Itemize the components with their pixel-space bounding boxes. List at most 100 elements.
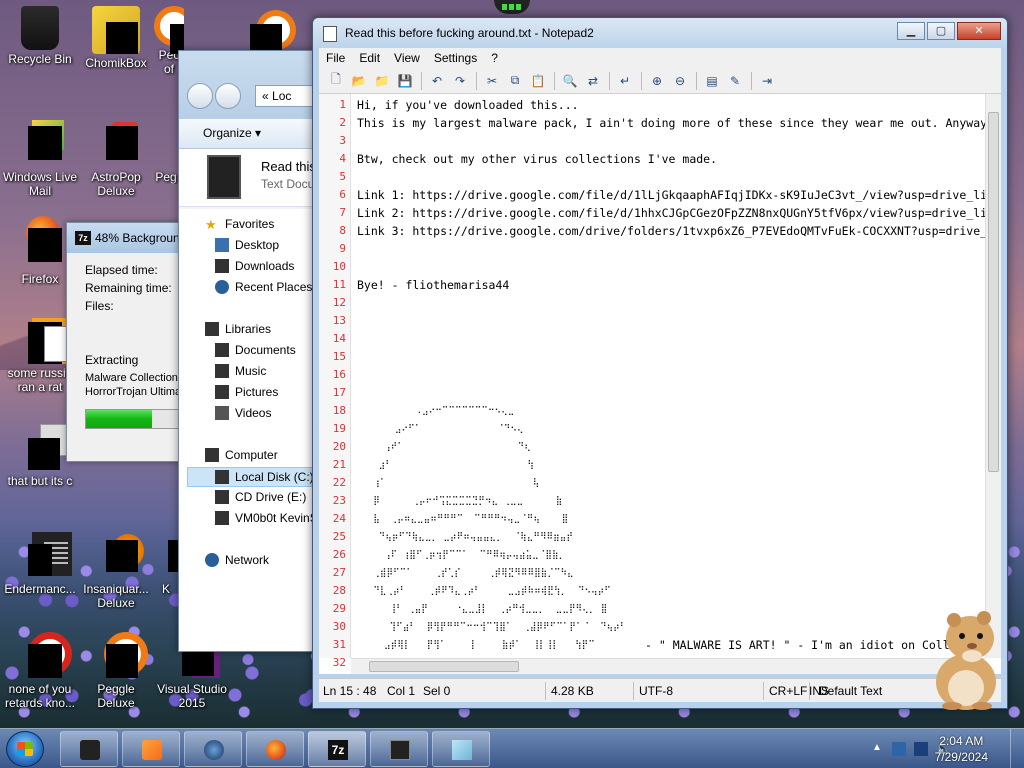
menu-help[interactable]: ?	[484, 51, 505, 65]
toolbar-separator	[609, 71, 610, 90]
browse-icon[interactable]: 📁	[373, 72, 391, 90]
progress-fill	[86, 410, 153, 428]
exit-icon[interactable]: ⇥	[758, 72, 776, 90]
desktop-icon-label: Windows Live Mail	[2, 170, 78, 198]
network-tray-icon[interactable]	[892, 742, 906, 756]
document-icon	[16, 316, 74, 364]
notepad-titlebar[interactable]: Read this before fucking around.txt - No…	[313, 18, 1007, 48]
desktop-icon-windows-live-mail[interactable]: Windows Live Mail	[2, 120, 78, 198]
nav-network-drive[interactable]: VM0b0t KevinS	[215, 511, 318, 525]
desktop-icon-none-of-you[interactable]: none of you retards kno...	[2, 632, 78, 710]
show-desktop-button[interactable]	[1010, 729, 1024, 768]
forward-button[interactable]	[215, 83, 241, 109]
word-wrap-icon[interactable]: ↵	[616, 72, 634, 90]
organize-button[interactable]: Organize ▾	[203, 126, 261, 140]
nav-network[interactable]: Network	[205, 553, 269, 567]
close-button[interactable]: ✕	[957, 22, 1001, 40]
line-number: 5	[339, 170, 346, 183]
desktop-icon-endermanch[interactable]: Endermanc...	[2, 532, 78, 596]
horizontal-scroll-thumb[interactable]	[369, 661, 519, 672]
back-button[interactable]	[187, 83, 213, 109]
desktop-icon-partial[interactable]	[250, 10, 296, 56]
desktop-icon-label: AstroPop Deluxe	[91, 170, 141, 198]
nav-documents[interactable]: Documents	[215, 343, 296, 357]
vertical-scroll-thumb[interactable]	[988, 112, 999, 472]
vertical-scrollbar[interactable]	[985, 94, 1001, 658]
nav-label: Documents	[235, 343, 296, 357]
replace-icon[interactable]: ⇄	[584, 72, 602, 90]
cd-drive-icon	[215, 490, 229, 504]
find-icon[interactable]: 🔍	[561, 72, 579, 90]
line-number: 1	[339, 98, 346, 111]
desktop-icon-peg[interactable]: Peg	[154, 120, 178, 184]
status-scheme: Default Text	[819, 684, 883, 698]
menu-view[interactable]: View	[387, 51, 427, 65]
text-line: Bye! - fliothemarisa44	[357, 278, 510, 292]
nav-computer[interactable]: Computer	[205, 448, 278, 462]
maximize-button[interactable]: ▢	[927, 22, 955, 40]
paste-icon[interactable]: 📋	[529, 72, 547, 90]
nav-favorites[interactable]: ★ Favorites	[205, 217, 274, 232]
desktop-icon-label: Endermanc...	[4, 582, 76, 596]
scheme-icon[interactable]: ▤	[703, 72, 721, 90]
copy-icon[interactable]: ⧉	[506, 72, 524, 90]
line-number: 22	[332, 476, 346, 489]
display-tray-icon[interactable]	[914, 742, 928, 756]
taskbar-media-player[interactable]	[122, 731, 180, 767]
nav-cd-drive[interactable]: CD Drive (E:)	[215, 490, 306, 504]
text-editor[interactable]: 1 2 3 4 5 6 7 8 9 10 11 12 13 14 15 16 17 18 19 20 21 22 23 24 2…	[319, 94, 1001, 674]
clock[interactable]: 2:04 AM 7/29/2024	[935, 733, 988, 765]
taskbar-7zip[interactable]: 7z	[308, 731, 366, 767]
editor-text-area[interactable]: Hi, if you've downloaded this... This is …	[357, 94, 985, 658]
line-number: 9	[339, 242, 346, 255]
minimize-button[interactable]: ▁	[897, 22, 925, 40]
zoom-in-icon[interactable]: ⊕	[648, 72, 666, 90]
taskbar-notepad2[interactable]	[370, 731, 428, 767]
nav-desktop[interactable]: Desktop	[215, 238, 279, 252]
explorer-window[interactable]: « Loc Organize ▾ Read this Text Docu ★ Fa…	[178, 50, 328, 652]
zoom-out-icon[interactable]: ⊖	[671, 72, 689, 90]
notepad2-window[interactable]: Read this before fucking around.txt - No…	[312, 17, 1008, 709]
save-icon[interactable]: 💾	[396, 72, 414, 90]
horizontal-scrollbar[interactable]	[351, 658, 985, 674]
desktop-icon-insaniquarium[interactable]: Insaniquar... Deluxe	[78, 532, 154, 610]
text-line: This is my largest malware pack, I ain't…	[357, 116, 985, 130]
taskbar-firefox[interactable]	[246, 731, 304, 767]
line-number: 15	[332, 350, 346, 363]
new-file-icon[interactable]: 🗋	[327, 72, 345, 90]
nav-recent-places[interactable]: Recent Places	[215, 280, 312, 294]
nav-local-disk[interactable]: Local Disk (C:)	[187, 467, 327, 487]
cut-icon[interactable]: ✂	[483, 72, 501, 90]
menu-settings[interactable]: Settings	[427, 51, 484, 65]
nav-downloads[interactable]: Downloads	[215, 259, 294, 273]
undo-icon[interactable]: ↶	[428, 72, 446, 90]
desktop-icon-label: ChomikBox	[85, 56, 147, 70]
menu-file[interactable]: File	[319, 51, 352, 65]
nav-libraries[interactable]: Libraries	[205, 322, 271, 336]
status-encoding: UTF-8	[639, 684, 673, 698]
hard-drive-icon	[215, 470, 229, 484]
desktop-icon-chomikbox[interactable]: ChomikBox	[78, 6, 154, 70]
taskbar-notepad[interactable]	[432, 731, 490, 767]
nav-music[interactable]: Music	[215, 364, 266, 378]
desktop-icon-recycle-bin[interactable]: Recycle Bin	[2, 6, 78, 66]
nav-videos[interactable]: Videos	[215, 406, 271, 420]
menu-edit[interactable]: Edit	[352, 51, 387, 65]
show-hidden-icons-icon[interactable]: ▲	[872, 742, 886, 756]
customize-icon[interactable]: ✎	[726, 72, 744, 90]
redo-icon[interactable]: ↷	[451, 72, 469, 90]
pictures-icon	[215, 385, 229, 399]
desktop-icon-k[interactable]: K	[154, 532, 178, 596]
ascii-art-line: ⢰⠁ ⢧	[357, 478, 540, 488]
desktop-icon-peggle[interactable]: Peggle Deluxe	[78, 632, 154, 710]
taskbar-globe[interactable]	[184, 731, 242, 767]
start-button[interactable]	[6, 731, 44, 767]
line-number: 26	[332, 548, 346, 561]
notepad-app-icon	[323, 26, 337, 42]
taskbar-app-1[interactable]	[60, 731, 118, 767]
nav-pictures[interactable]: Pictures	[215, 385, 278, 399]
open-file-icon[interactable]: 📂	[350, 72, 368, 90]
toolbar-separator	[421, 71, 422, 90]
line-number: 11	[332, 278, 346, 291]
desktop-icon-astropop[interactable]: AstroPop Deluxe	[78, 120, 154, 198]
